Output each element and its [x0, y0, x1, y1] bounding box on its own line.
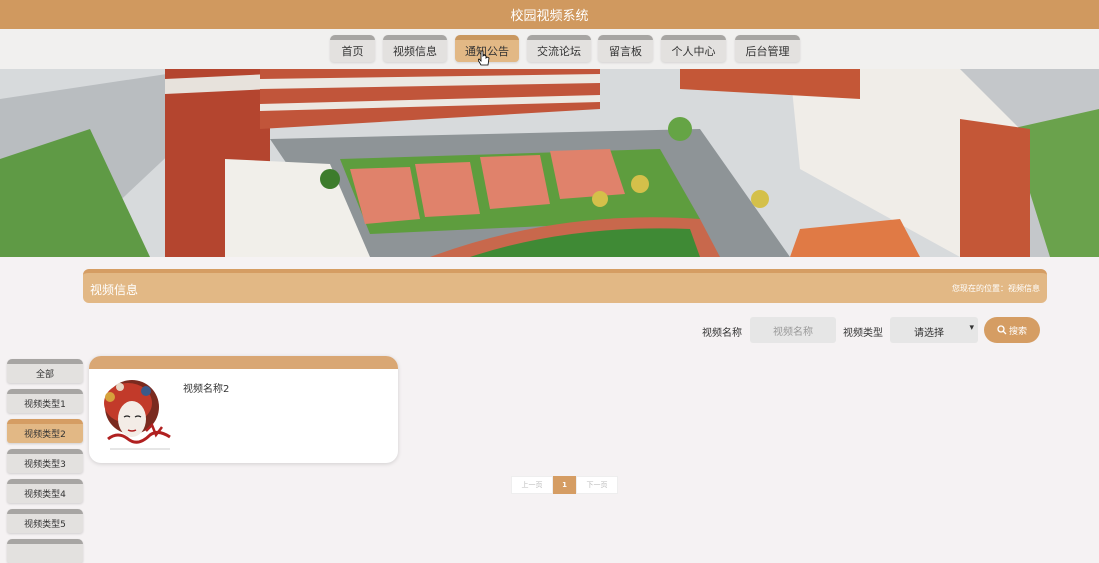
video-name-label: 视频名称 — [702, 328, 742, 339]
category-type-2[interactable]: 视频类型2 — [7, 419, 83, 443]
section-titlebar: 视频信息 您现在的位置：视频信息 — [83, 269, 1047, 303]
category-type-5[interactable]: 视频类型5 — [7, 509, 83, 533]
video-type-value: 请选择 — [914, 328, 944, 339]
video-name-input[interactable]: 视频名称 — [750, 317, 836, 343]
pagination-next[interactable]: 下一页 — [576, 476, 618, 494]
video-type-label: 视频类型 — [843, 328, 883, 339]
video-card[interactable]: 视频名称2 — [89, 356, 398, 463]
search-icon — [997, 325, 1007, 335]
category-more[interactable] — [7, 539, 83, 563]
main-nav: 首页 视频信息 通知公告 交流论坛 留言板 个人中心 后台管理 — [0, 29, 1099, 69]
pagination-prev[interactable]: 上一页 — [511, 476, 553, 494]
nav-personal-center[interactable]: 个人中心 — [661, 35, 726, 62]
app-title: 校园视频系统 — [510, 9, 589, 24]
chevron-down-icon: ▾ — [969, 323, 974, 333]
search-button[interactable]: 搜索 — [984, 317, 1040, 343]
category-type-3[interactable]: 视频类型3 — [7, 449, 83, 473]
nav-forum[interactable]: 交流论坛 — [527, 35, 591, 62]
category-type-4[interactable]: 视频类型4 — [7, 479, 83, 503]
video-type-select[interactable]: 请选择 ▾ — [890, 317, 978, 343]
pagination-current[interactable]: 1 — [553, 476, 576, 494]
video-thumbnail[interactable] — [98, 377, 178, 455]
category-all[interactable]: 全部 — [7, 359, 83, 383]
breadcrumb: 您现在的位置：视频信息 — [952, 284, 1040, 293]
app-header: 校园视频系统 — [0, 0, 1099, 29]
card-header-strip — [89, 356, 398, 369]
nav-admin[interactable]: 后台管理 — [735, 35, 800, 62]
video-name-placeholder: 视频名称 — [773, 326, 813, 338]
mouse-cursor-icon — [478, 50, 490, 66]
section-title: 视频信息 — [90, 283, 139, 297]
search-button-label: 搜索 — [1008, 326, 1027, 337]
campus-banner-image — [0, 69, 1099, 257]
nav-home[interactable]: 首页 — [330, 35, 375, 62]
nav-video-info[interactable]: 视频信息 — [383, 35, 447, 62]
video-name[interactable]: 视频名称2 — [183, 380, 229, 395]
category-type-1[interactable]: 视频类型1 — [7, 389, 83, 413]
nav-message-board[interactable]: 留言板 — [598, 35, 653, 62]
